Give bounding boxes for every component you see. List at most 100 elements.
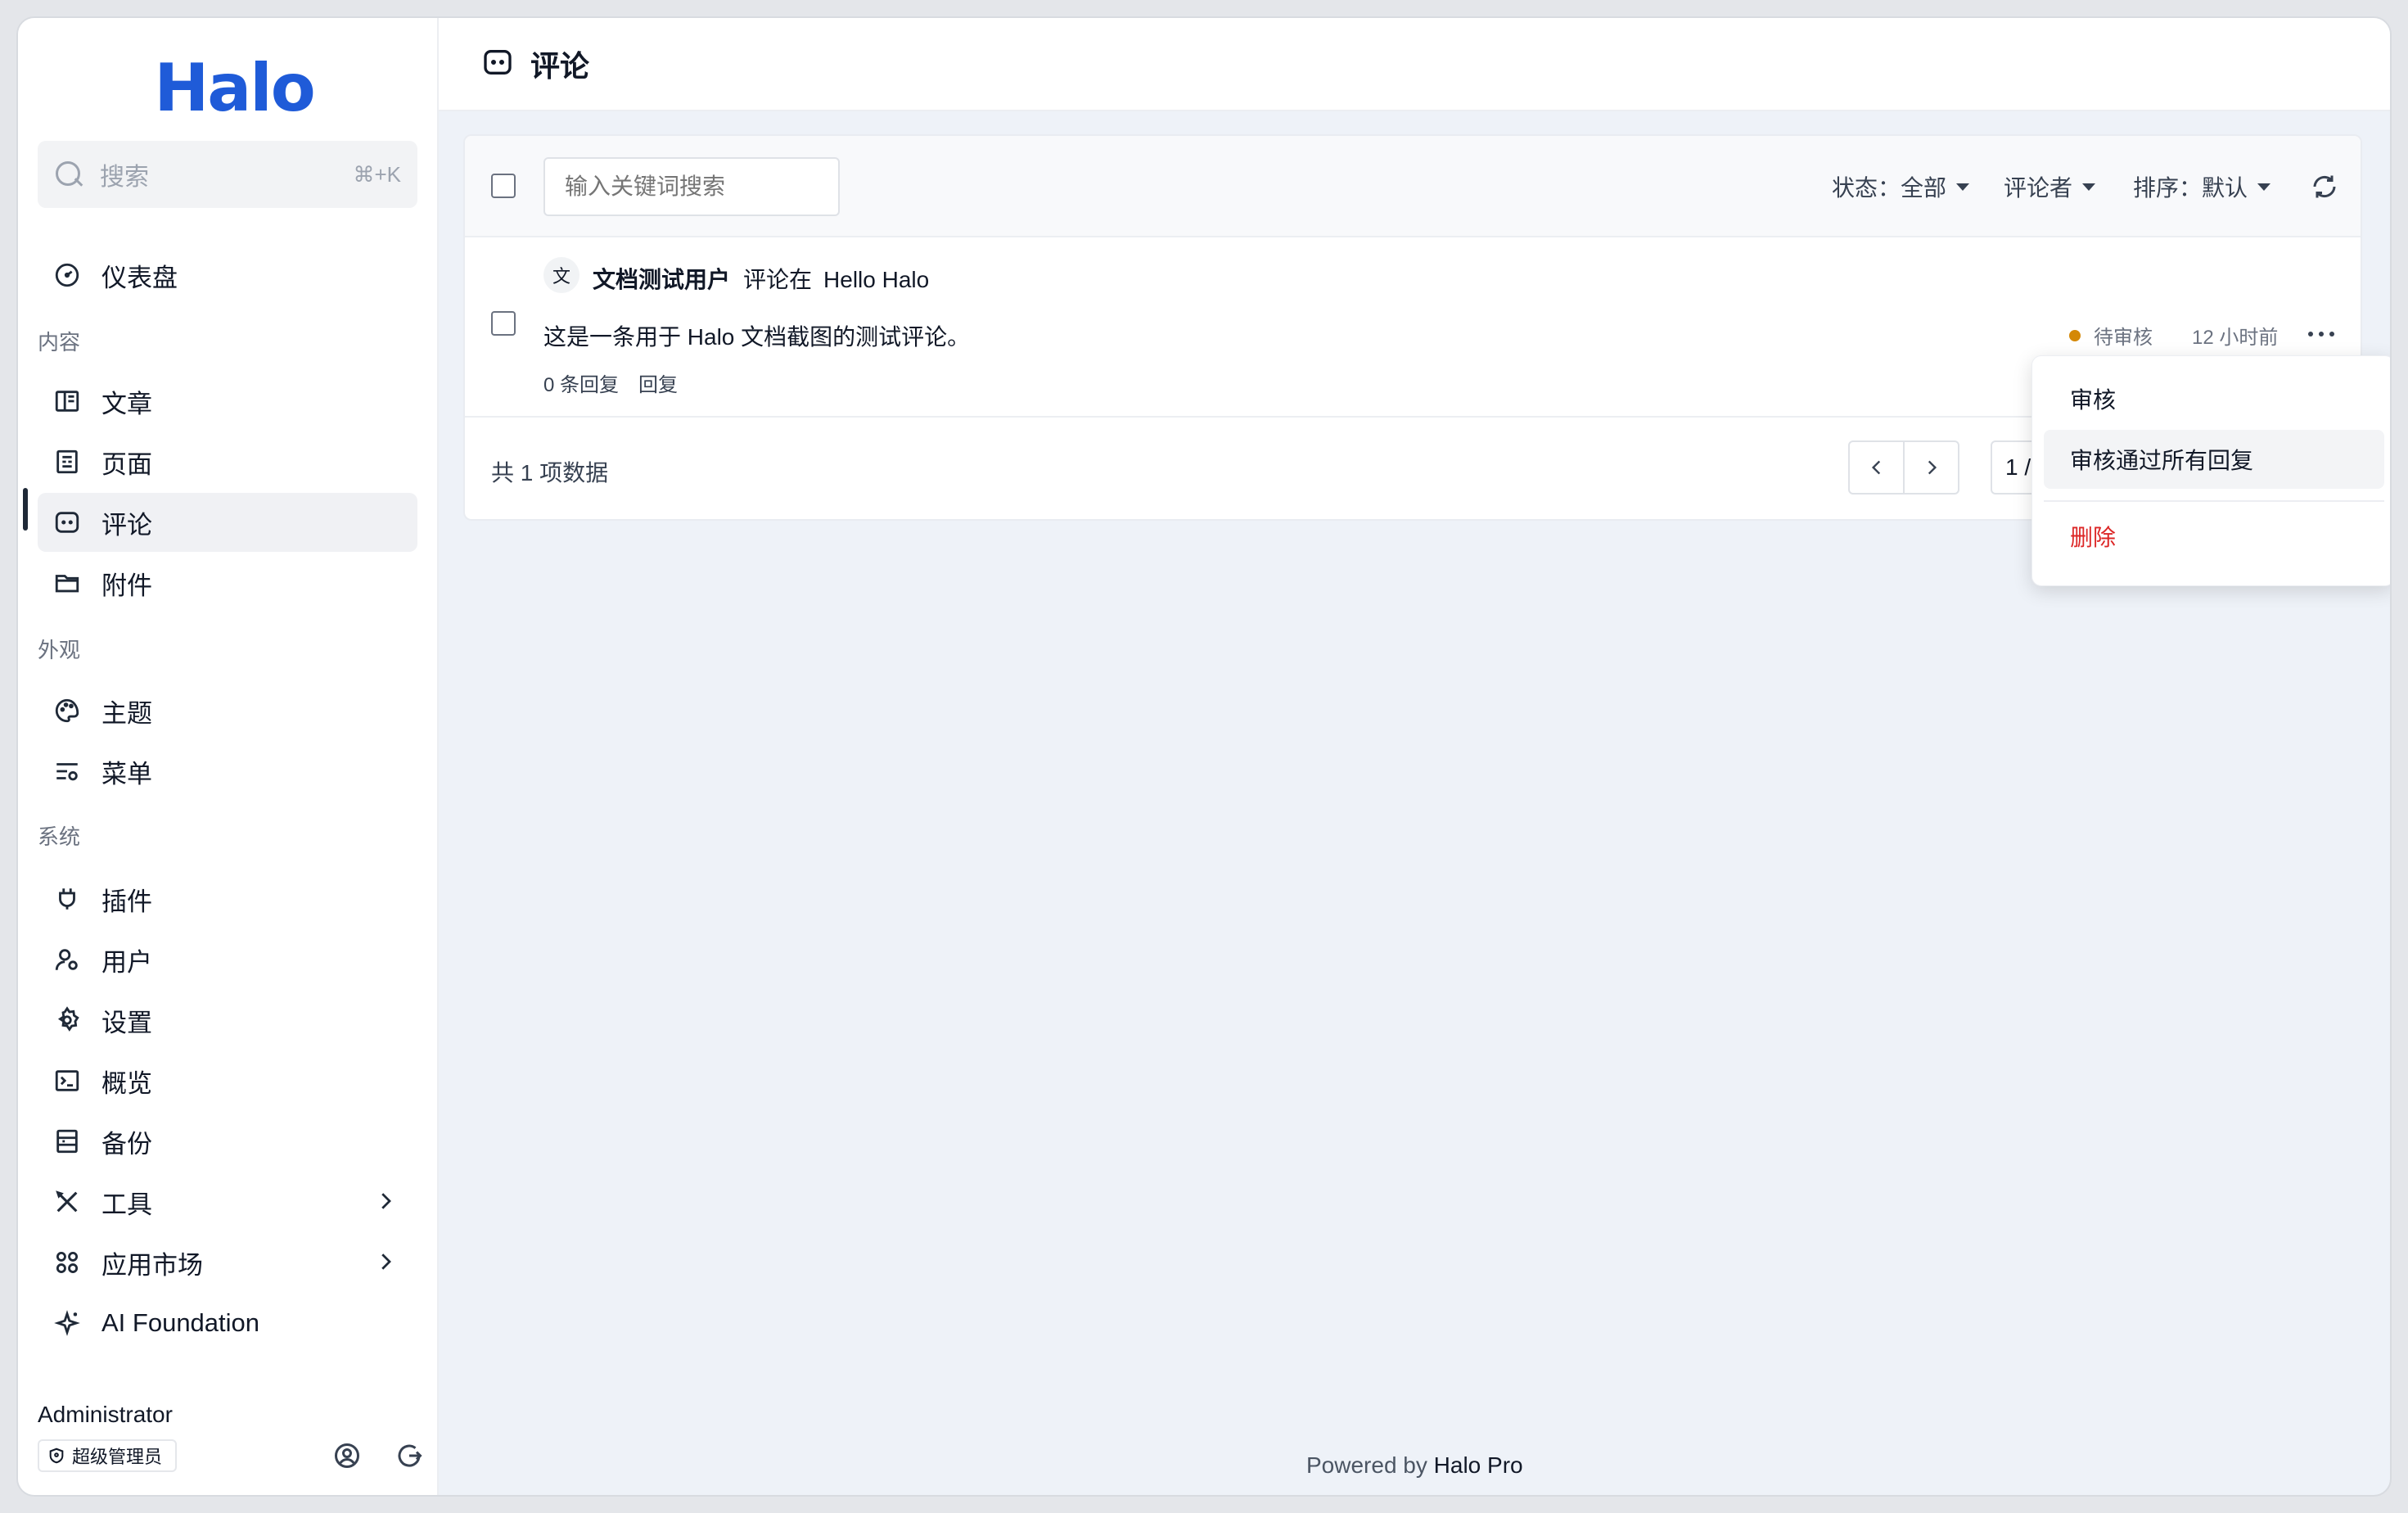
- menu-settings-icon: [52, 756, 82, 786]
- user-panel: Administrator 超级管理员: [38, 1402, 422, 1484]
- comment-actions-menu: 审核 审核通过所有回复 删除: [2031, 355, 2390, 586]
- backup-icon: [52, 1127, 82, 1156]
- chevron-right-icon: [373, 1249, 398, 1280]
- sidebar-item-overview[interactable]: 概览: [38, 1051, 417, 1110]
- status-filter-label: 状态：全部: [1832, 175, 1947, 201]
- more-actions-button[interactable]: [2302, 309, 2341, 349]
- global-search[interactable]: 搜索 ⌘+K: [38, 141, 417, 208]
- sidebar: Halo 搜索 ⌘+K 仪表盘 内容 文章 页面 评论 附件 外观 主题 菜单 …: [18, 18, 439, 1495]
- sidebar-item-themes[interactable]: 主题: [38, 681, 417, 740]
- sidebar-item-posts[interactable]: 文章: [38, 372, 417, 431]
- sidebar-item-tools[interactable]: 工具: [38, 1172, 417, 1231]
- sidebar-item-label: 附件: [101, 571, 152, 600]
- apps-icon: [52, 1248, 82, 1277]
- profile-button[interactable]: [331, 1441, 363, 1474]
- sidebar-item-menus[interactable]: 菜单: [38, 742, 417, 801]
- select-all-checkbox[interactable]: [491, 174, 516, 198]
- sidebar-item-pages[interactable]: 页面: [38, 432, 417, 491]
- comments-toolbar: 状态：全部 评论者 排序：默认: [465, 136, 2361, 237]
- caret-down-icon: [1956, 183, 1970, 191]
- sidebar-item-label: 插件: [101, 887, 152, 916]
- sidebar-item-label: 用户: [101, 947, 152, 977]
- status-label: 待审核: [2094, 327, 2153, 349]
- sidebar-item-comments[interactable]: 评论: [38, 493, 417, 552]
- status-filter[interactable]: 状态：全部: [1832, 170, 1970, 203]
- reply-link[interactable]: 回复: [638, 374, 678, 396]
- comment-icon: [52, 508, 82, 537]
- sidebar-item-label: 备份: [101, 1129, 152, 1158]
- powered-brand[interactable]: Halo Pro: [1434, 1452, 1523, 1478]
- book-icon: [52, 386, 82, 416]
- powered-by: Powered by Halo Pro: [1306, 1452, 1523, 1479]
- comment-action: 评论在: [743, 267, 813, 292]
- section-label-system: 系统: [38, 824, 81, 849]
- comment-author[interactable]: 文档测试用户: [593, 267, 730, 292]
- app-window: Halo 搜索 ⌘+K 仪表盘 内容 文章 页面 评论 附件 外观 主题 菜单 …: [16, 16, 2392, 1497]
- sidebar-item-ai-foundation[interactable]: AI Foundation: [38, 1294, 417, 1353]
- commenter-filter[interactable]: 评论者: [2004, 170, 2096, 203]
- chevron-right-icon: [1928, 460, 1937, 475]
- next-page-button[interactable]: [1903, 442, 1958, 493]
- keyword-search-input[interactable]: [543, 157, 840, 216]
- sidebar-item-attachments[interactable]: 附件: [38, 553, 417, 612]
- comment-actions: 0 条回复 回复: [543, 368, 678, 397]
- sidebar-item-label: 评论: [101, 510, 152, 540]
- sidebar-item-dashboard[interactable]: 仪表盘: [38, 246, 417, 305]
- chevron-right-icon: [373, 1189, 398, 1220]
- page-icon: [52, 447, 82, 476]
- sidebar-item-label: 设置: [101, 1008, 152, 1037]
- menu-item-approve-all-replies[interactable]: 审核通过所有回复: [2044, 430, 2384, 489]
- search-shortcut: ⌘+K: [353, 161, 401, 187]
- refresh-button[interactable]: [2310, 172, 2339, 201]
- sidebar-item-users[interactable]: 用户: [38, 930, 417, 989]
- more-horizontal-icon: [2307, 314, 2336, 346]
- sort-filter-label: 排序：默认: [2133, 175, 2248, 201]
- comment-post-link[interactable]: Hello Halo: [823, 267, 929, 292]
- sidebar-item-backup[interactable]: 备份: [38, 1112, 417, 1171]
- prev-page-button[interactable]: [1850, 442, 1903, 493]
- palette-icon: [52, 696, 82, 725]
- avatar: 文: [543, 257, 579, 293]
- comment-icon: [481, 46, 514, 83]
- refresh-icon: [2310, 175, 2339, 205]
- active-indicator: [23, 488, 28, 531]
- page-header: 评论: [439, 18, 2390, 111]
- role-label: 超级管理员: [72, 1447, 163, 1467]
- sidebar-item-label: 应用市场: [101, 1250, 203, 1280]
- sidebar-item-plugins[interactable]: 插件: [38, 869, 417, 928]
- sidebar-item-label: 概览: [101, 1068, 152, 1098]
- folder-icon: [52, 568, 82, 598]
- sidebar-item-label: 主题: [101, 698, 152, 728]
- sidebar-item-app-market[interactable]: 应用市场: [38, 1233, 417, 1292]
- role-badge: 超级管理员: [38, 1439, 178, 1472]
- status-dot: [2069, 329, 2081, 341]
- sort-filter[interactable]: 排序：默认: [2133, 170, 2271, 203]
- commenter-filter-label: 评论者: [2004, 175, 2073, 201]
- menu-divider: [2044, 500, 2384, 502]
- sidebar-item-settings[interactable]: 设置: [38, 991, 417, 1050]
- menu-item-delete[interactable]: 删除: [2044, 507, 2384, 566]
- logout-icon: [395, 1441, 424, 1475]
- total-count: 共 1 项数据: [491, 460, 609, 486]
- gear-icon: [52, 1005, 82, 1035]
- page-title: 评论: [530, 49, 590, 83]
- section-label-appearance: 外观: [38, 638, 81, 662]
- shield-icon: [47, 1447, 65, 1465]
- section-label-content: 内容: [38, 330, 81, 355]
- search-placeholder: 搜索: [100, 164, 149, 191]
- pager: [1848, 440, 1959, 495]
- chevron-left-icon: [1871, 460, 1880, 475]
- comment-checkbox[interactable]: [491, 311, 516, 336]
- sidebar-item-label: 文章: [101, 389, 152, 418]
- user-name: Administrator: [38, 1402, 173, 1427]
- logout-button[interactable]: [393, 1441, 426, 1474]
- dashboard-icon: [52, 260, 82, 290]
- comment-meta: 文档测试用户 评论在 Hello Halo: [593, 262, 929, 295]
- sidebar-item-label: 菜单: [101, 759, 152, 788]
- halo-logo[interactable]: Halo: [154, 50, 315, 126]
- menu-item-approve[interactable]: 审核: [2044, 369, 2384, 428]
- user-settings-icon: [52, 945, 82, 974]
- search-icon: [54, 160, 83, 189]
- reply-count[interactable]: 0 条回复: [543, 374, 619, 396]
- status-badge: 待审核: [2069, 321, 2153, 350]
